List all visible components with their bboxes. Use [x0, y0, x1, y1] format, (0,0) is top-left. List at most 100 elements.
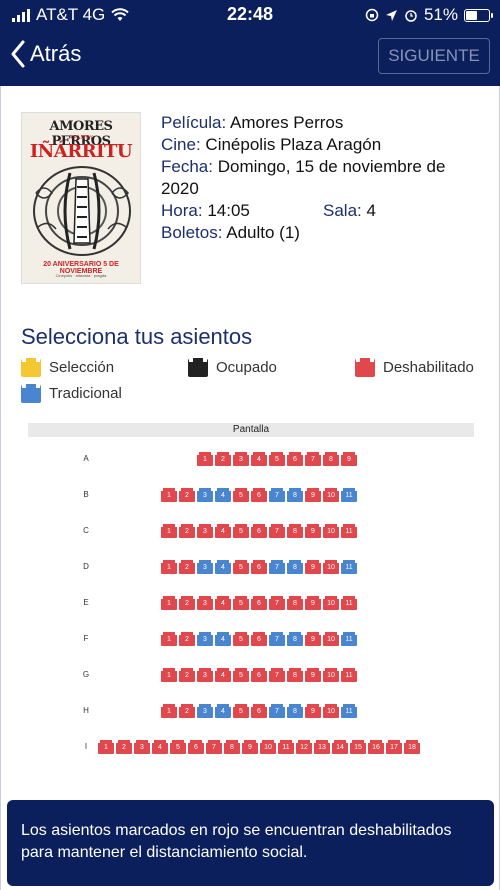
pelicula-value: Amores Perros [230, 113, 344, 132]
seat-I17: 17 [386, 740, 402, 754]
seat-B11[interactable]: 11 [341, 488, 357, 502]
seat-I18: 18 [404, 740, 420, 754]
seat-E7: 7 [269, 596, 285, 610]
seat-row-label: H [83, 706, 89, 715]
movie-info: Película: Amores Perros Cine: Cinépolis … [161, 112, 481, 244]
seat-occupied-icon [188, 356, 208, 377]
seat-A9: 9 [341, 452, 357, 466]
seat-B1: 1 [161, 488, 177, 502]
seat-A5: 5 [269, 452, 285, 466]
next-button[interactable]: SIGUIENTE [378, 38, 490, 74]
seat-G10: 10 [323, 668, 339, 682]
seat-C10: 10 [323, 524, 339, 538]
seat-row-label: F [83, 634, 89, 643]
seat-E8: 8 [287, 596, 303, 610]
content-panel: AMORES PERROS A FILM BY IÑÁRRITU 20 ANIV… [0, 86, 500, 890]
seat-row-label: B [83, 490, 89, 499]
info-fecha: Fecha: Domingo, 15 de noviembre de 2020 [161, 156, 481, 200]
seat-H9: 9 [305, 704, 321, 718]
seat-I13: 13 [314, 740, 330, 754]
info-hora-sala: Hora: 14:05 Sala: 4 [161, 200, 481, 222]
seat-D11[interactable]: 11 [341, 560, 357, 574]
boletos-value: Adulto (1) [226, 223, 300, 242]
seat-A6: 6 [287, 452, 303, 466]
battery-percent: 51% [423, 5, 458, 24]
screen-indicator: Pantalla [28, 423, 474, 437]
seat-I1: 1 [98, 740, 114, 754]
seat-C2: 2 [179, 524, 195, 538]
seat-C4: 4 [215, 524, 231, 538]
seat-I8: 8 [224, 740, 240, 754]
seat-A1: 1 [197, 452, 213, 466]
seat-H11[interactable]: 11 [341, 704, 357, 718]
legend-label: Tradicional [49, 385, 122, 402]
poster-director: IÑÁRRITU [29, 141, 133, 162]
seat-E3: 3 [197, 596, 213, 610]
hora-label: Hora: [161, 201, 203, 220]
seat-F1: 1 [161, 632, 177, 646]
seat-G1: 1 [161, 668, 177, 682]
seat-A3: 3 [233, 452, 249, 466]
seat-row-label: I [84, 742, 88, 751]
info-boletos: Boletos: Adulto (1) [161, 222, 481, 244]
back-button[interactable]: Atrás [10, 40, 81, 68]
seat-C11: 11 [341, 524, 357, 538]
seat-D6: 6 [251, 560, 267, 574]
seat-B7[interactable]: 7 [269, 488, 285, 502]
seat-D4[interactable]: 4 [215, 560, 231, 574]
legend-label: Deshabilitado [383, 359, 474, 376]
seat-I14: 14 [332, 740, 348, 754]
seat-G2: 2 [179, 668, 195, 682]
seat-H10: 10 [323, 704, 339, 718]
seat-H3[interactable]: 3 [197, 704, 213, 718]
boletos-label: Boletos: [161, 223, 223, 242]
seat-A7: 7 [305, 452, 321, 466]
seat-D7[interactable]: 7 [269, 560, 285, 574]
seat-F3[interactable]: 3 [197, 632, 213, 646]
chevron-left-icon [11, 40, 25, 68]
seat-E11: 11 [341, 596, 357, 610]
location-icon [385, 9, 397, 21]
legend-label: Ocupado [216, 359, 277, 376]
seat-I3: 3 [134, 740, 150, 754]
seat-A2: 2 [215, 452, 231, 466]
sala-label: Sala: [323, 201, 362, 220]
seat-I4: 4 [152, 740, 168, 754]
seat-I10: 10 [260, 740, 276, 754]
sala-group: Sala: 4 [323, 200, 376, 222]
info-pelicula: Película: Amores Perros [161, 112, 481, 134]
status-right: 51% [365, 5, 493, 25]
seat-F4[interactable]: 4 [215, 632, 231, 646]
seat-F7[interactable]: 7 [269, 632, 285, 646]
seat-E9: 9 [305, 596, 321, 610]
info-cine: Cine: Cinépolis Plaza Aragón [161, 134, 481, 156]
cine-label: Cine: [161, 135, 201, 154]
seat-E10: 10 [323, 596, 339, 610]
seat-B6: 6 [251, 488, 267, 502]
seat-D9: 9 [305, 560, 321, 574]
seat-C6: 6 [251, 524, 267, 538]
status-bar: AT&T 4G 22:48 51% [0, 0, 500, 30]
seat-F8[interactable]: 8 [287, 632, 303, 646]
seat-H5: 5 [233, 704, 249, 718]
seat-B4[interactable]: 4 [215, 488, 231, 502]
seat-C8: 8 [287, 524, 303, 538]
seat-I7: 7 [206, 740, 222, 754]
legend-tradicional: Tradicional [21, 382, 122, 403]
seat-B8[interactable]: 8 [287, 488, 303, 502]
sala-value: 4 [366, 201, 376, 220]
movie-poster: AMORES PERROS A FILM BY IÑÁRRITU 20 ANIV… [21, 112, 141, 284]
seat-H8[interactable]: 8 [287, 704, 303, 718]
seat-D3[interactable]: 3 [197, 560, 213, 574]
seat-E4: 4 [215, 596, 231, 610]
seat-H4[interactable]: 4 [215, 704, 231, 718]
seat-B3[interactable]: 3 [197, 488, 213, 502]
seat-H7[interactable]: 7 [269, 704, 285, 718]
seat-I12: 12 [296, 740, 312, 754]
seat-F11[interactable]: 11 [341, 632, 357, 646]
seat-B10: 10 [323, 488, 339, 502]
seat-D1: 1 [161, 560, 177, 574]
seat-F2: 2 [179, 632, 195, 646]
seat-D8[interactable]: 8 [287, 560, 303, 574]
seat-H1: 1 [161, 704, 177, 718]
